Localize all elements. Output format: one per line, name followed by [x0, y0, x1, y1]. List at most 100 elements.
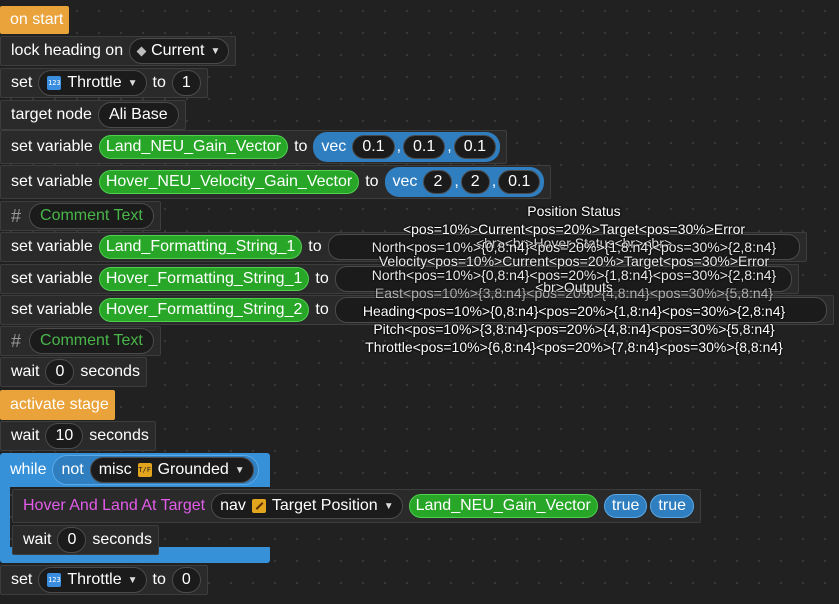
vector-block[interactable]: vec 0.1 , 0.1 , 0.1 — [313, 132, 500, 162]
chevron-down-icon: ▼ — [210, 45, 221, 57]
overlay-line: Heading<pos=10%>{0,8:n4}<pos=20%>{1,8:n4… — [362, 303, 786, 319]
comma-separator: , — [396, 138, 402, 155]
set-variable-label: set variable — [11, 138, 93, 155]
throttle-var-name: Throttle — [67, 74, 122, 91]
format-string-overlay: Position Status <pos=10%>Current<pos=20%… — [300, 202, 839, 356]
hover-and-land-label: Hover And Land At Target — [23, 497, 206, 514]
chevron-down-icon: ▼ — [383, 500, 394, 512]
activate-stage-block[interactable]: activate stage — [0, 390, 115, 420]
diamond-icon — [136, 46, 147, 56]
condition-value: Grounded — [157, 461, 229, 478]
activate-stage-label: activate stage — [10, 396, 109, 413]
vector-x-input[interactable]: 0.1 — [352, 135, 395, 159]
variable-name-field[interactable]: Land_Formatting_String_1 — [98, 235, 303, 259]
set-throttle-block[interactable]: set 123 Throttle ▼ to 0 — [0, 565, 208, 595]
set-throttle-block[interactable]: set 123 Throttle ▼ to 1 — [0, 68, 208, 98]
comment-block[interactable]: # Comment Text — [0, 201, 161, 231]
vector-x-input[interactable]: 2 — [423, 170, 453, 194]
hash-icon: # — [11, 205, 22, 226]
wait-seconds-input[interactable]: 0 — [57, 527, 87, 553]
number-type-icon: 123 — [47, 76, 62, 90]
set-variable-label: set variable — [11, 270, 93, 287]
to-label: to — [152, 74, 166, 91]
vector-z-input[interactable]: 0.1 — [498, 170, 541, 194]
gain-vector-variable[interactable]: Land_NEU_Gain_Vector — [408, 494, 598, 518]
hover-and-land-block[interactable]: Hover And Land At Target nav Target Posi… — [12, 489, 701, 523]
vec-label: vec — [392, 173, 418, 190]
not-operator-block[interactable]: not misc T/F Grounded ▼ — [52, 455, 259, 485]
comma-separator: , — [447, 138, 452, 155]
seconds-label: seconds — [89, 427, 149, 444]
throttle-value-input[interactable]: 1 — [171, 70, 201, 96]
set-label: set — [11, 74, 33, 91]
wait-seconds-input[interactable]: 0 — [45, 359, 75, 385]
number-type-icon: 123 — [47, 573, 62, 587]
throttle-value-input[interactable]: 0 — [171, 567, 201, 593]
wait-block[interactable]: wait 0 seconds — [12, 525, 159, 555]
comma-separator: , — [491, 173, 497, 190]
vector-y-input[interactable]: 2 — [460, 170, 490, 194]
wait-label: wait — [23, 531, 52, 548]
target-node-label: target node — [11, 106, 92, 123]
seconds-label: seconds — [92, 531, 152, 548]
misc-label: misc — [98, 461, 132, 478]
variable-name-field[interactable]: Hover_Formatting_String_2 — [98, 298, 310, 322]
throttle-var-name: Throttle — [67, 571, 122, 588]
hash-icon: # — [11, 330, 22, 351]
to-label: to — [294, 138, 308, 155]
heading-mode-value: Current — [151, 42, 205, 59]
wait-block[interactable]: wait 0 seconds — [0, 357, 147, 387]
overlay-line-group: East<pos=10%>{3,8:n4}<pos=20%>{4,8:n4}<p… — [300, 274, 839, 301]
nav-label: nav — [220, 497, 246, 514]
wait-label: wait — [11, 427, 40, 444]
throttle-variable-dropdown[interactable]: 123 Throttle ▼ — [38, 567, 147, 593]
set-variable-label: set variable — [11, 173, 93, 190]
lock-heading-block[interactable]: lock heading on Current ▼ — [0, 36, 237, 66]
bool-true-block[interactable]: true — [603, 494, 648, 518]
set-variable-label: set variable — [11, 301, 93, 318]
target-node-block[interactable]: target node Ali Base — [0, 100, 186, 130]
heading-mode-dropdown[interactable]: Current ▼ — [129, 38, 230, 64]
chevron-down-icon: ▼ — [127, 77, 138, 89]
variable-name-field[interactable]: Hover_NEU_Velocity_Gain_Vector — [98, 170, 360, 194]
set-label: set — [11, 571, 33, 588]
vector-y-input[interactable]: 0.1 — [403, 135, 446, 159]
comment-text-input[interactable]: Comment Text — [29, 203, 154, 229]
chevron-down-icon: ▼ — [234, 464, 245, 476]
overlay-title: Position Status — [527, 203, 621, 219]
wait-seconds-input[interactable]: 10 — [45, 423, 84, 449]
vec-label: vec — [321, 138, 347, 155]
overlay-line: Throttle<pos=10%>{6,8:n4}<pos=20%>{7,8:n… — [365, 339, 783, 355]
set-variable-block[interactable]: set variable Land_NEU_Gain_Vector to vec… — [0, 130, 507, 164]
overlay-line-group: Velocity<pos=10%>Current<pos=20%>Target<… — [300, 253, 839, 283]
vector-block[interactable]: vec 2 , 2 , 0.1 — [384, 167, 545, 197]
while-label: while — [10, 461, 47, 478]
to-label: to — [365, 173, 379, 190]
while-loop-block[interactable]: while not misc T/F Grounded ▼ — [0, 453, 270, 487]
vector-z-input[interactable]: 0.1 — [453, 135, 496, 159]
wait-block[interactable]: wait 10 seconds — [0, 421, 156, 451]
nav-target-value: Target Position — [271, 497, 378, 514]
nav-target-dropdown[interactable]: nav Target Position ▼ — [211, 493, 403, 519]
on-start-event-block[interactable]: on start — [0, 6, 70, 34]
seconds-label: seconds — [80, 363, 140, 380]
misc-condition-dropdown[interactable]: misc T/F Grounded ▼ — [89, 457, 254, 483]
vector-type-icon — [251, 499, 266, 513]
variable-name-field[interactable]: Hover_Formatting_String_1 — [98, 267, 310, 291]
while-loop-side — [0, 487, 10, 547]
lock-heading-label: lock heading on — [11, 42, 124, 59]
bool-true-block[interactable]: true — [650, 494, 694, 518]
overlay-line: Pitch<pos=10%>{3,8:n4}<pos=20%>{4,8:n4}<… — [373, 321, 775, 337]
boolean-type-icon: T/F — [137, 463, 152, 477]
target-node-input[interactable]: Ali Base — [97, 102, 179, 128]
wait-label: wait — [11, 363, 40, 380]
set-variable-label: set variable — [11, 238, 93, 255]
comment-block[interactable]: # Comment Text — [0, 326, 161, 356]
throttle-variable-dropdown[interactable]: 123 Throttle ▼ — [38, 70, 147, 96]
set-variable-block[interactable]: set variable Hover_NEU_Velocity_Gain_Vec… — [0, 165, 552, 199]
to-label: to — [152, 571, 166, 588]
on-start-label: on start — [10, 11, 64, 28]
chevron-down-icon: ▼ — [127, 574, 138, 586]
variable-name-field[interactable]: Land_NEU_Gain_Vector — [98, 135, 289, 159]
comment-text-input[interactable]: Comment Text — [29, 328, 154, 354]
